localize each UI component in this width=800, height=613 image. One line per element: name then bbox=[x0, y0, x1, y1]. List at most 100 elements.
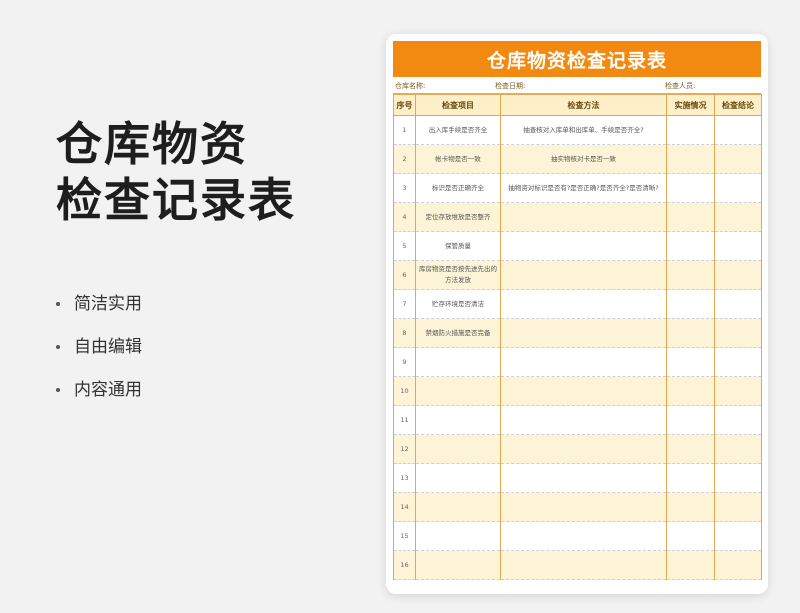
hero-title: 仓库物资 检查记录表 bbox=[56, 116, 296, 228]
cell-no[interactable]: 10 bbox=[393, 376, 416, 406]
cell-method[interactable] bbox=[500, 202, 667, 232]
cell-no[interactable]: 5 bbox=[393, 231, 416, 261]
cell-item[interactable]: 贮存环境是否清洁 bbox=[415, 289, 501, 319]
cell-conclusion[interactable] bbox=[714, 289, 762, 319]
cell-method[interactable] bbox=[500, 231, 667, 261]
feature-item: 内容通用 bbox=[56, 368, 142, 411]
cell-status[interactable] bbox=[666, 202, 715, 232]
header-method: 检查方法 bbox=[500, 94, 667, 116]
cell-conclusion[interactable] bbox=[714, 550, 762, 580]
cell-no[interactable]: 16 bbox=[393, 550, 416, 580]
cell-method[interactable] bbox=[500, 376, 667, 406]
cell-item[interactable]: 库房物资是否按先进先出的方法发放 bbox=[415, 260, 501, 290]
cell-item[interactable] bbox=[415, 492, 501, 522]
cell-method[interactable] bbox=[500, 318, 667, 348]
cell-item[interactable] bbox=[415, 550, 501, 580]
cell-conclusion[interactable] bbox=[714, 376, 762, 406]
table-header-row: 序号 检查项目 检查方法 实施情况 检查结论 bbox=[393, 94, 762, 116]
cell-method[interactable] bbox=[500, 492, 667, 522]
cell-conclusion[interactable] bbox=[714, 521, 762, 551]
cell-status[interactable] bbox=[666, 173, 715, 203]
cell-no[interactable]: 3 bbox=[393, 173, 416, 203]
cell-method[interactable]: 抽查核对入库单和出库单、手续是否齐全? bbox=[500, 115, 667, 145]
cell-status[interactable] bbox=[666, 347, 715, 377]
cell-no[interactable]: 14 bbox=[393, 492, 416, 522]
feature-label: 自由编辑 bbox=[74, 336, 142, 357]
cell-no[interactable]: 1 bbox=[393, 115, 416, 145]
cell-status[interactable] bbox=[666, 550, 715, 580]
cell-method[interactable]: 抽实物核对卡是否一致 bbox=[500, 144, 667, 174]
date-label: 检查日期: bbox=[495, 82, 526, 90]
cell-conclusion[interactable] bbox=[714, 231, 762, 261]
cell-status[interactable] bbox=[666, 463, 715, 493]
cell-conclusion[interactable] bbox=[714, 347, 762, 377]
cell-item[interactable]: 标识是否正确齐全 bbox=[415, 173, 501, 203]
cell-no[interactable]: 8 bbox=[393, 318, 416, 348]
cell-conclusion[interactable] bbox=[714, 434, 762, 464]
warehouse-label: 仓库名称: bbox=[395, 82, 426, 90]
cell-item[interactable] bbox=[415, 521, 501, 551]
cell-method[interactable] bbox=[500, 347, 667, 377]
cell-no[interactable]: 15 bbox=[393, 521, 416, 551]
cell-item[interactable]: 出入库手续是否齐全 bbox=[415, 115, 501, 145]
cell-no[interactable]: 11 bbox=[393, 405, 416, 435]
cell-method[interactable] bbox=[500, 405, 667, 435]
cell-no[interactable]: 6 bbox=[393, 260, 416, 290]
cell-no[interactable]: 13 bbox=[393, 463, 416, 493]
inspector-label: 检查人员: bbox=[665, 82, 696, 90]
cell-conclusion[interactable] bbox=[714, 260, 762, 290]
cell-item[interactable] bbox=[415, 434, 501, 464]
cell-status[interactable] bbox=[666, 144, 715, 174]
cell-item[interactable] bbox=[415, 347, 501, 377]
cell-conclusion[interactable] bbox=[714, 115, 762, 145]
table-row: 3 标识是否正确齐全 抽物资对标识是否有?是否正确?是否齐全?是否清晰? bbox=[393, 173, 762, 203]
table-row: 10 bbox=[393, 376, 762, 406]
cell-method[interactable] bbox=[500, 260, 667, 290]
cell-method[interactable]: 抽物资对标识是否有?是否正确?是否齐全?是否清晰? bbox=[500, 173, 667, 203]
cell-status[interactable] bbox=[666, 231, 715, 261]
cell-no[interactable]: 4 bbox=[393, 202, 416, 232]
feature-label: 内容通用 bbox=[74, 379, 142, 400]
feature-label: 简洁实用 bbox=[74, 293, 142, 314]
cell-item[interactable] bbox=[415, 405, 501, 435]
cell-item[interactable] bbox=[415, 376, 501, 406]
cell-method[interactable] bbox=[500, 289, 667, 319]
cell-no[interactable]: 7 bbox=[393, 289, 416, 319]
feature-item: 自由编辑 bbox=[56, 325, 142, 368]
cell-method[interactable] bbox=[500, 550, 667, 580]
cell-item[interactable]: 定位存放堆放是否整齐 bbox=[415, 202, 501, 232]
cell-status[interactable] bbox=[666, 405, 715, 435]
cell-no[interactable]: 9 bbox=[393, 347, 416, 377]
cell-conclusion[interactable] bbox=[714, 463, 762, 493]
feature-list: 简洁实用 自由编辑 内容通用 bbox=[56, 282, 142, 411]
cell-status[interactable] bbox=[666, 521, 715, 551]
inspection-table: 序号 检查项目 检查方法 实施情况 检查结论 1 出入库手续是否齐全 抽查核对入库单… bbox=[393, 94, 762, 580]
cell-item[interactable] bbox=[415, 463, 501, 493]
table-row: 6 库房物资是否按先进先出的方法发放 bbox=[393, 260, 762, 290]
cell-status[interactable] bbox=[666, 260, 715, 290]
cell-conclusion[interactable] bbox=[714, 318, 762, 348]
cell-method[interactable] bbox=[500, 434, 667, 464]
cell-status[interactable] bbox=[666, 434, 715, 464]
header-no: 序号 bbox=[393, 94, 416, 116]
cell-status[interactable] bbox=[666, 115, 715, 145]
cell-conclusion[interactable] bbox=[714, 144, 762, 174]
table-row: 11 bbox=[393, 405, 762, 435]
cell-item[interactable]: 帐卡物是否一致 bbox=[415, 144, 501, 174]
cell-method[interactable] bbox=[500, 463, 667, 493]
table-row: 8 禁烟防火措施是否完备 bbox=[393, 318, 762, 348]
cell-conclusion[interactable] bbox=[714, 173, 762, 203]
cell-item[interactable]: 禁烟防火措施是否完备 bbox=[415, 318, 501, 348]
cell-status[interactable] bbox=[666, 376, 715, 406]
cell-no[interactable]: 12 bbox=[393, 434, 416, 464]
cell-status[interactable] bbox=[666, 318, 715, 348]
cell-conclusion[interactable] bbox=[714, 202, 762, 232]
cell-item[interactable]: 保管质量 bbox=[415, 231, 501, 261]
cell-conclusion[interactable] bbox=[714, 405, 762, 435]
cell-status[interactable] bbox=[666, 492, 715, 522]
cell-status[interactable] bbox=[666, 289, 715, 319]
cell-no[interactable]: 2 bbox=[393, 144, 416, 174]
cell-method[interactable] bbox=[500, 521, 667, 551]
cell-conclusion[interactable] bbox=[714, 492, 762, 522]
hero-title-line2: 检查记录表 bbox=[56, 173, 296, 227]
